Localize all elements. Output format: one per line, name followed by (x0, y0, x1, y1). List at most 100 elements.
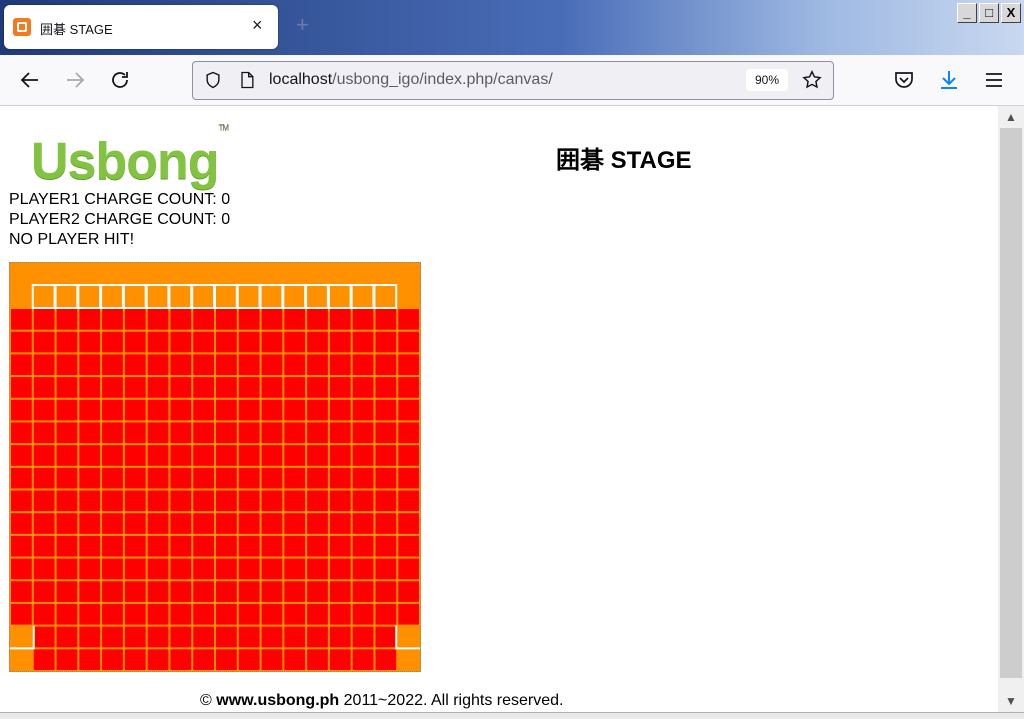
board-cell[interactable] (375, 377, 397, 398)
board-cell[interactable] (284, 626, 306, 648)
board-cell[interactable] (352, 603, 374, 625)
board-cell[interactable] (11, 649, 32, 670)
board-top-cell[interactable] (282, 284, 307, 309)
board-cell[interactable] (284, 490, 306, 512)
board-cell[interactable] (193, 445, 214, 466)
board-cell[interactable] (11, 513, 32, 534)
board-cell[interactable] (33, 535, 55, 557)
board-cell[interactable] (238, 649, 260, 670)
board-cell[interactable] (398, 331, 419, 353)
board-cell[interactable] (11, 309, 32, 330)
board-cell[interactable] (33, 399, 55, 421)
board-cell[interactable] (398, 399, 419, 421)
board-cell[interactable] (124, 490, 146, 512)
board-cell[interactable] (56, 399, 78, 421)
board-cell[interactable] (79, 377, 101, 398)
board-cell[interactable] (238, 399, 260, 421)
board-cell[interactable] (170, 535, 192, 557)
board-cell[interactable] (307, 513, 328, 534)
board-cell[interactable] (193, 422, 214, 444)
board-cell[interactable] (216, 445, 237, 466)
board-cell[interactable] (170, 513, 192, 534)
board-cell[interactable] (193, 513, 214, 534)
board-cell[interactable] (307, 581, 328, 602)
board-cell[interactable] (352, 354, 374, 376)
board-cell[interactable] (56, 377, 78, 398)
board-cell[interactable] (56, 467, 78, 489)
board-cell[interactable] (398, 626, 419, 648)
board-cell[interactable] (307, 422, 328, 444)
board-cell[interactable] (33, 422, 55, 444)
board-cell[interactable] (216, 354, 237, 376)
board-cell[interactable] (147, 467, 169, 489)
board-cell[interactable] (284, 649, 306, 670)
board-cell[interactable] (56, 581, 78, 602)
board-cell[interactable] (329, 309, 351, 330)
board-cell[interactable] (352, 377, 374, 398)
board-cell[interactable] (329, 354, 351, 376)
board-cell[interactable] (329, 649, 351, 670)
board-cell[interactable] (261, 649, 283, 670)
board-cell[interactable] (352, 331, 374, 353)
board-cell[interactable] (238, 445, 260, 466)
board-cell[interactable] (329, 377, 351, 398)
board-cell[interactable] (147, 490, 169, 512)
board-cell[interactable] (238, 377, 260, 398)
board-cell[interactable] (284, 377, 306, 398)
board-cell[interactable] (398, 649, 419, 670)
board-cell[interactable] (284, 354, 306, 376)
board-cell[interactable] (261, 535, 283, 557)
board-cell[interactable] (193, 626, 214, 648)
board-cell[interactable] (307, 399, 328, 421)
board-cell[interactable] (398, 377, 419, 398)
board-cell[interactable] (261, 490, 283, 512)
board-cell[interactable] (261, 445, 283, 466)
board-cell[interactable] (307, 445, 328, 466)
board-cell[interactable] (307, 649, 328, 670)
board-cell[interactable] (352, 626, 374, 648)
board-top-cell[interactable] (259, 284, 284, 309)
board-cell[interactable] (11, 581, 32, 602)
board-cell[interactable] (329, 331, 351, 353)
board-cell[interactable] (375, 399, 397, 421)
board-cell[interactable] (261, 377, 283, 398)
board-cell[interactable] (216, 490, 237, 512)
board-cell[interactable] (261, 354, 283, 376)
board-top-cell[interactable] (100, 284, 124, 309)
board-cell[interactable] (216, 309, 237, 330)
board-top-cell[interactable] (327, 284, 352, 309)
board-cell[interactable] (102, 513, 123, 534)
board-cell[interactable] (11, 626, 32, 648)
browser-tab[interactable]: 囲碁 STAGE × (4, 5, 278, 49)
board-cell[interactable] (398, 422, 419, 444)
board-top-cell[interactable] (191, 284, 216, 309)
board-cell[interactable] (33, 309, 55, 330)
board-cell[interactable] (193, 377, 214, 398)
board-cell[interactable] (102, 399, 123, 421)
board-cell[interactable] (307, 626, 328, 648)
bookmark-star-icon[interactable] (801, 69, 823, 91)
board-cell[interactable] (329, 422, 351, 444)
board-cell[interactable] (375, 445, 397, 466)
board-cell[interactable] (375, 558, 397, 580)
board-cell[interactable] (193, 581, 214, 602)
board-cell[interactable] (124, 445, 146, 466)
board-cell[interactable] (102, 558, 123, 580)
board-cell[interactable] (329, 558, 351, 580)
board-cell[interactable] (284, 331, 306, 353)
board-cell[interactable] (284, 422, 306, 444)
board-cell[interactable] (352, 309, 374, 330)
board-cell[interactable] (352, 422, 374, 444)
board-cell[interactable] (102, 581, 123, 602)
board-cell[interactable] (398, 490, 419, 512)
board-cell[interactable] (170, 399, 192, 421)
board-cell[interactable] (56, 513, 78, 534)
board-cell[interactable] (398, 354, 419, 376)
board-cell[interactable] (216, 649, 237, 670)
board-cell[interactable] (238, 331, 260, 353)
board-cell[interactable] (375, 603, 397, 625)
board-cell[interactable] (147, 513, 169, 534)
board-cell[interactable] (352, 513, 374, 534)
board-cell[interactable] (375, 649, 397, 670)
address-bar[interactable]: localhost/usbong_igo/index.php/canvas/ 9… (192, 61, 834, 100)
